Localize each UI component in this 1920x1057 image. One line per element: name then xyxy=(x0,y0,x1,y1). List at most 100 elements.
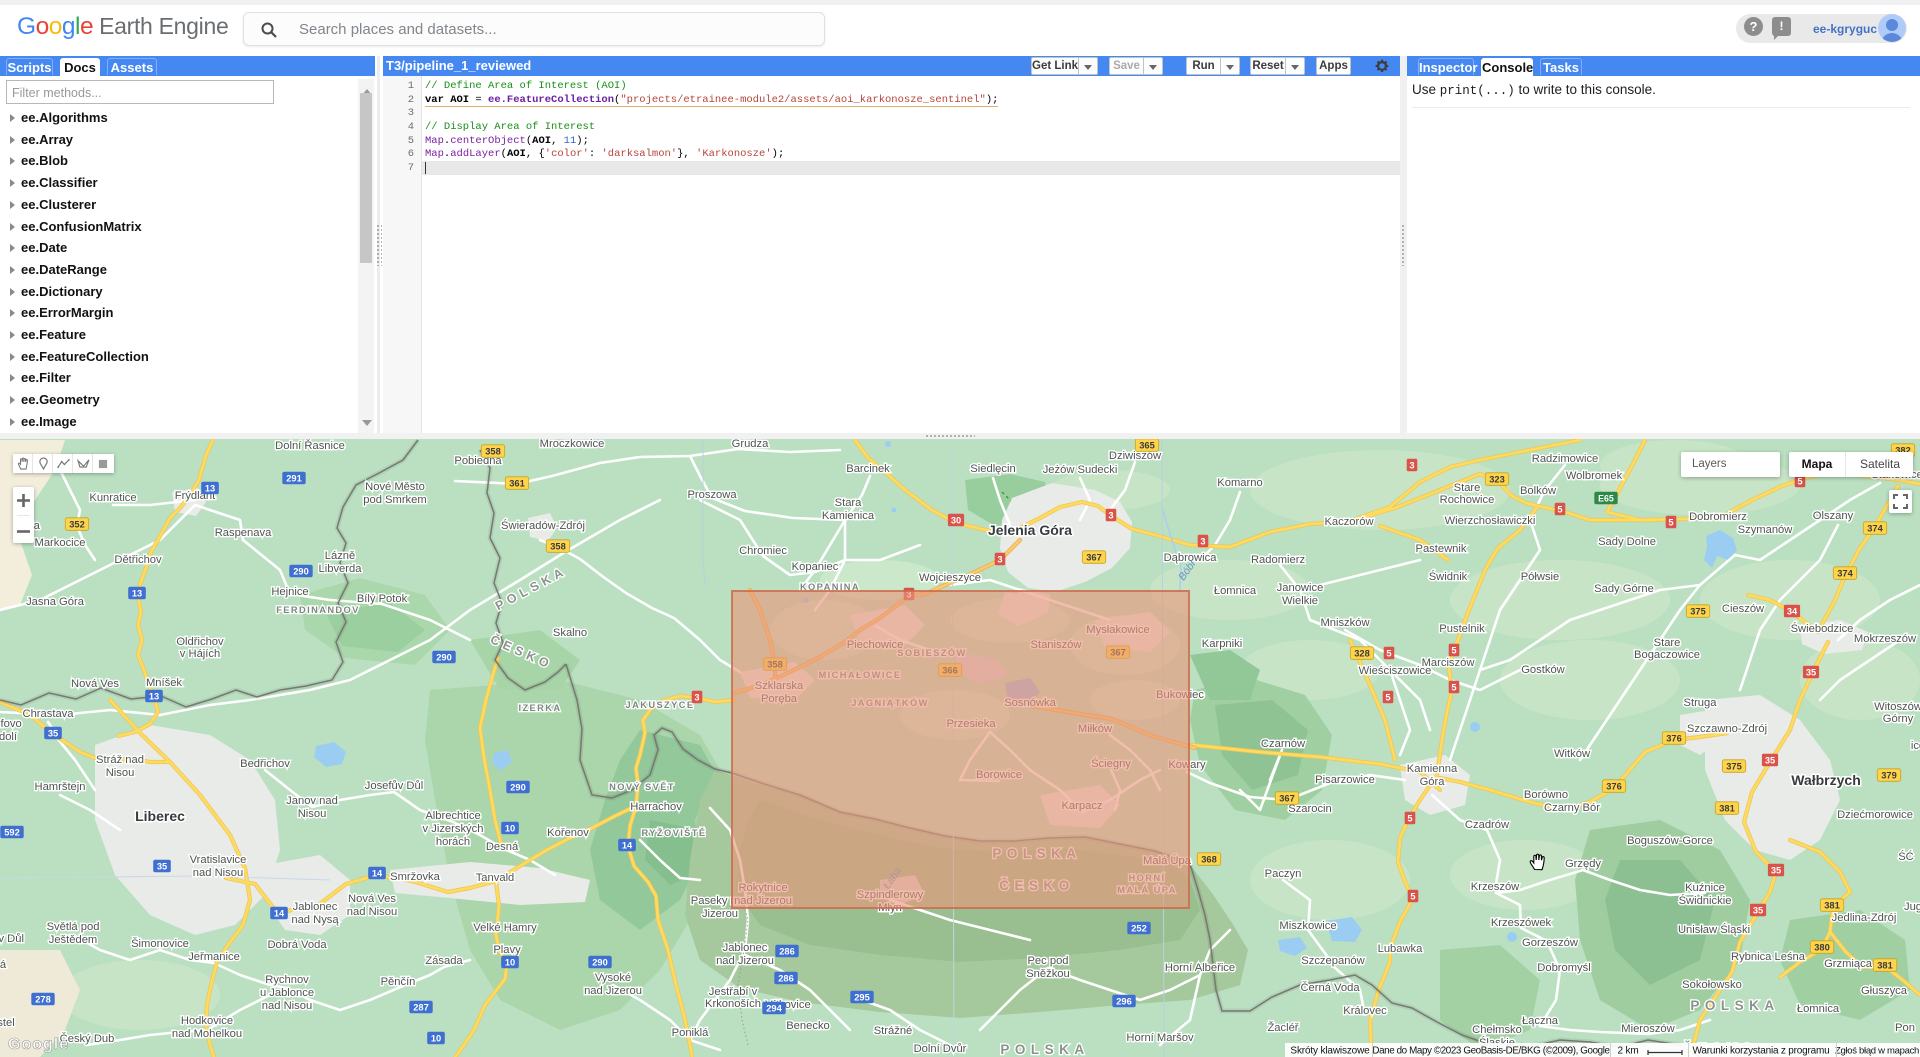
svg-text:Nová Ves: Nová Ves xyxy=(71,678,119,690)
svg-text:Nová Ves: Nová Ves xyxy=(348,893,396,905)
svg-text:Desná: Desná xyxy=(486,841,519,853)
svg-text:Wielkie: Wielkie xyxy=(1282,595,1318,607)
svg-text:5: 5 xyxy=(1451,646,1456,656)
svg-text:nův Důl: nův Důl xyxy=(0,933,24,945)
svg-text:Świeradów-Zdrój: Świeradów-Zdrój xyxy=(501,519,585,532)
svg-text:nad Nisou: nad Nisou xyxy=(262,1000,312,1012)
svg-text:Czarny Bór: Czarny Bór xyxy=(1544,802,1600,814)
svg-text:Radzimowice: Radzimowice xyxy=(1532,453,1599,465)
svg-text:Szarocin: Szarocin xyxy=(1288,803,1332,815)
svg-text:592: 592 xyxy=(4,828,20,838)
svg-text:Czarnów: Czarnów xyxy=(1261,738,1306,750)
svg-text:Josefův Důl: Josefův Důl xyxy=(365,780,423,792)
svg-text:Lubawka: Lubawka xyxy=(1378,943,1424,955)
svg-text:Dobromierz: Dobromierz xyxy=(1689,511,1747,523)
svg-text:34: 34 xyxy=(1787,607,1798,617)
svg-text:Horní Maršov: Horní Maršov xyxy=(1126,1032,1194,1044)
svg-text:Ještědem: Ještědem xyxy=(49,934,98,946)
svg-text:Gorzeszów: Gorzeszów xyxy=(1522,937,1579,949)
svg-text:Półwsie: Półwsie xyxy=(1521,571,1560,583)
svg-text:Kopaniec: Kopaniec xyxy=(792,561,839,573)
svg-text:stel: stel xyxy=(0,1017,15,1029)
svg-text:ŚĆ: ŚĆ xyxy=(1898,850,1914,863)
svg-text:10: 10 xyxy=(505,824,515,834)
svg-text:328: 328 xyxy=(1354,649,1370,659)
svg-text:5: 5 xyxy=(1385,693,1390,703)
svg-text:3: 3 xyxy=(1108,511,1113,521)
svg-text:Jeřmanice: Jeřmanice xyxy=(188,951,240,963)
svg-text:RYŽOVIŠTĚ: RYŽOVIŠTĚ xyxy=(642,827,707,838)
svg-text:Skróty klawiszowe: Skróty klawiszowe xyxy=(1290,1046,1370,1057)
svg-text:nad Mohelkou: nad Mohelkou xyxy=(172,1028,242,1040)
svg-text:Vysoké: Vysoké xyxy=(595,972,631,984)
svg-text:Boguszów-Gorce: Boguszów-Gorce xyxy=(1627,835,1713,847)
svg-text:252: 252 xyxy=(1131,924,1147,934)
svg-text:Witoszów: Witoszów xyxy=(1874,701,1920,713)
svg-text:290: 290 xyxy=(436,653,452,663)
svg-text:Smržovka: Smržovka xyxy=(390,871,441,883)
svg-text:Sněžkou: Sněžkou xyxy=(1026,968,1070,980)
svg-text:nad Nisou: nad Nisou xyxy=(347,906,397,918)
svg-text:Kamienna: Kamienna xyxy=(1407,763,1458,775)
svg-text:Wałbrzych: Wałbrzych xyxy=(1791,772,1861,788)
svg-text:Kaczorów: Kaczorów xyxy=(1324,516,1374,528)
svg-text:Barcinek: Barcinek xyxy=(846,463,890,475)
svg-text:358: 358 xyxy=(485,447,501,457)
svg-text:Janov nad: Janov nad xyxy=(286,795,338,807)
svg-text:Borówno: Borówno xyxy=(1524,789,1568,801)
svg-text:Szymanów: Szymanów xyxy=(1738,524,1794,536)
svg-text:Wolbromek: Wolbromek xyxy=(1566,470,1623,482)
svg-text:Liberec: Liberec xyxy=(135,808,185,824)
svg-text:Jedlina-Zdrój: Jedlina-Zdrój xyxy=(1832,912,1897,924)
svg-text:Hejnice: Hejnice xyxy=(271,586,308,598)
svg-text:Nové Město: Nové Město xyxy=(365,481,425,493)
svg-text:Dolní Dvůr: Dolní Dvůr xyxy=(914,1043,967,1055)
svg-text:E65: E65 xyxy=(1598,494,1614,504)
svg-text:Pec pod: Pec pod xyxy=(1027,955,1068,967)
svg-text:POLSKA: POLSKA xyxy=(1000,1042,1089,1057)
svg-text:3: 3 xyxy=(694,693,699,703)
svg-text:Łomnica: Łomnica xyxy=(1214,585,1257,597)
svg-text:361: 361 xyxy=(509,479,525,489)
svg-text:Wierzchosławiczki: Wierzchosławiczki xyxy=(1445,515,1536,527)
svg-text:358: 358 xyxy=(550,542,566,552)
svg-text:367: 367 xyxy=(1086,553,1102,563)
svg-text:Nisou: Nisou xyxy=(106,767,135,779)
svg-text:Šimonovice: Šimonovice xyxy=(131,937,189,950)
svg-text:286: 286 xyxy=(778,974,794,984)
svg-text:Harrachov: Harrachov xyxy=(630,801,682,813)
svg-text:Zásada: Zásada xyxy=(425,955,463,967)
svg-text:Stare: Stare xyxy=(1654,637,1681,649)
svg-text:367: 367 xyxy=(1279,794,1295,804)
svg-text:Nisou: Nisou xyxy=(298,808,327,820)
svg-text:13: 13 xyxy=(205,484,215,494)
svg-text:278: 278 xyxy=(35,995,51,1005)
svg-text:Świebodzice: Świebodzice xyxy=(1791,622,1854,635)
svg-text:Jelenia Góra: Jelenia Góra xyxy=(988,522,1072,538)
svg-text:365: 365 xyxy=(1139,441,1155,451)
svg-text:3: 3 xyxy=(1200,537,1205,547)
svg-text:Poniklá: Poniklá xyxy=(672,1027,709,1039)
svg-text:Strážné: Strážné xyxy=(874,1025,913,1037)
svg-text:375: 375 xyxy=(1726,762,1742,772)
svg-text:nad Jizerou: nad Jizerou xyxy=(584,985,642,997)
svg-text:Benecko: Benecko xyxy=(786,1020,830,1032)
svg-text:Pustelnik: Pustelnik xyxy=(1439,623,1485,635)
svg-text:Chełmsko: Chełmsko xyxy=(1472,1024,1522,1036)
svg-text:379: 379 xyxy=(1881,771,1897,781)
svg-text:13: 13 xyxy=(132,589,142,599)
svg-text:JAKUSZYCE: JAKUSZYCE xyxy=(626,700,695,710)
svg-text:Unisław Śląski: Unisław Śląski xyxy=(1678,923,1750,936)
svg-text:3: 3 xyxy=(997,555,1002,565)
svg-text:35: 35 xyxy=(1753,906,1763,916)
svg-text:13: 13 xyxy=(149,692,159,702)
svg-text:POLSKA: POLSKA xyxy=(1690,998,1779,1013)
svg-text:Horní Albeřice: Horní Albeřice xyxy=(1165,962,1235,974)
svg-text:Krkonoších: Krkonoších xyxy=(705,998,761,1010)
svg-text:pod Smrkem: pod Smrkem xyxy=(363,494,426,506)
svg-text:Jug: Jug xyxy=(1904,901,1920,913)
svg-text:374: 374 xyxy=(1867,524,1883,534)
svg-text:Světlá pod: Světlá pod xyxy=(47,921,100,933)
svg-text:Dane do Mapy ©2023 GeoBasis-DE: Dane do Mapy ©2023 GeoBasis-DE/BKG (©200… xyxy=(1372,1046,1610,1057)
svg-text:Vratislavice: Vratislavice xyxy=(190,854,247,866)
